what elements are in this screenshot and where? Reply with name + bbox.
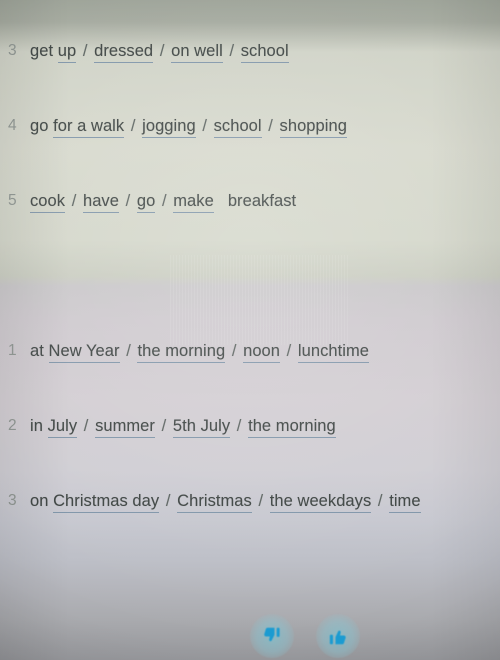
answer-option[interactable]: go — [136, 192, 156, 213]
thumbs-up-icon — [327, 625, 349, 647]
option-separator: / — [159, 42, 165, 60]
answer-option[interactable]: cook — [30, 192, 66, 213]
answer-option[interactable]: lunchtime — [297, 342, 369, 363]
question-lead-word: go — [30, 117, 49, 135]
option-separator: / — [202, 117, 207, 135]
question-text: at New Year / the morning / noon / lunch… — [30, 340, 369, 363]
answer-option[interactable]: up — [57, 42, 77, 63]
question-number: 2 — [8, 417, 17, 434]
worksheet-photo: 3 get up / dressed / on well / school 4 go … — [0, 0, 500, 660]
question-row: 3 get up / dressed / on well / school — [0, 40, 500, 115]
question-number: 5 — [8, 192, 17, 209]
option-separator: / — [82, 42, 88, 60]
question-lead-word: on — [30, 492, 49, 510]
answer-option[interactable]: Christmas — [177, 492, 252, 513]
answer-option[interactable]: for a walk — [53, 117, 125, 138]
question-row: 3 on Christmas day / Christmas / the week… — [0, 490, 500, 565]
question-number: 3 — [8, 42, 17, 59]
answer-option[interactable]: 5th July — [172, 417, 231, 438]
option-separator: / — [161, 417, 167, 435]
answer-option[interactable]: school — [240, 42, 289, 63]
answer-option[interactable]: dressed — [94, 42, 154, 63]
answer-option[interactable]: have — [82, 192, 119, 213]
question-lead-word: at — [30, 342, 44, 360]
answer-option[interactable]: make — [173, 192, 214, 213]
question-number: 1 — [8, 342, 17, 359]
worksheet-content: 3 get up / dressed / on well / school 4 go … — [0, 0, 500, 660]
thumbs-down-button[interactable] — [250, 614, 294, 658]
option-separator: / — [71, 192, 77, 210]
option-separator: / — [377, 492, 383, 510]
question-text: on Christmas day / Christmas / the weekd… — [30, 490, 421, 513]
exercise-section-2: 1 at New Year / the morning / noon / lunc… — [0, 340, 500, 565]
question-text: get up / dressed / on well / school — [30, 40, 289, 63]
option-separator: / — [165, 492, 171, 510]
answer-option[interactable]: July — [47, 417, 78, 438]
option-separator: / — [258, 492, 264, 510]
option-separator: / — [126, 342, 131, 360]
question-row: 2 in July / summer / 5th July / the morni… — [0, 415, 500, 490]
answer-option[interactable]: Christmas day — [53, 492, 160, 513]
question-text: cook / have / go / make breakfast — [30, 190, 297, 213]
question-row: 1 at New Year / the morning / noon / lunc… — [0, 340, 500, 415]
question-number: 4 — [8, 117, 17, 134]
option-separator: / — [268, 117, 273, 135]
option-separator: / — [161, 192, 167, 210]
answer-option[interactable]: school — [213, 117, 262, 138]
exercise-section-1: 3 get up / dressed / on well / school 4 go … — [0, 40, 500, 265]
option-separator: / — [236, 417, 242, 435]
question-row: 4 go for a walk / jogging / school / shop… — [0, 115, 500, 190]
question-trailing-word: breakfast — [227, 192, 297, 210]
answer-option[interactable]: the morning — [248, 417, 336, 438]
option-separator: / — [125, 192, 131, 210]
thumbs-up-button[interactable] — [316, 614, 360, 658]
answer-option[interactable]: New Year — [48, 342, 120, 363]
answer-option[interactable]: time — [389, 492, 421, 513]
answer-option[interactable]: jogging — [142, 117, 196, 138]
answer-option[interactable]: on well — [171, 42, 223, 63]
option-separator: / — [286, 342, 292, 360]
question-lead-word: in — [30, 417, 43, 435]
option-separator: / — [229, 42, 235, 60]
question-text: go for a walk / jogging / school / shopp… — [30, 115, 347, 138]
answer-option[interactable]: the weekdays — [269, 492, 372, 513]
option-separator: / — [83, 417, 89, 435]
answer-option[interactable]: the morning — [137, 342, 226, 363]
answer-option[interactable]: summer — [95, 417, 155, 438]
option-separator: / — [231, 342, 237, 360]
question-number: 3 — [8, 492, 17, 509]
feedback-bar — [0, 612, 500, 660]
question-lead-word: get — [30, 42, 54, 60]
answer-option[interactable]: noon — [243, 342, 280, 363]
answer-option[interactable]: shopping — [279, 117, 347, 138]
question-row: 5 cook / have / go / make breakfast — [0, 190, 500, 265]
question-text: in July / summer / 5th July / the mornin… — [30, 415, 336, 438]
option-separator: / — [130, 117, 136, 135]
thumbs-down-icon — [261, 625, 283, 647]
